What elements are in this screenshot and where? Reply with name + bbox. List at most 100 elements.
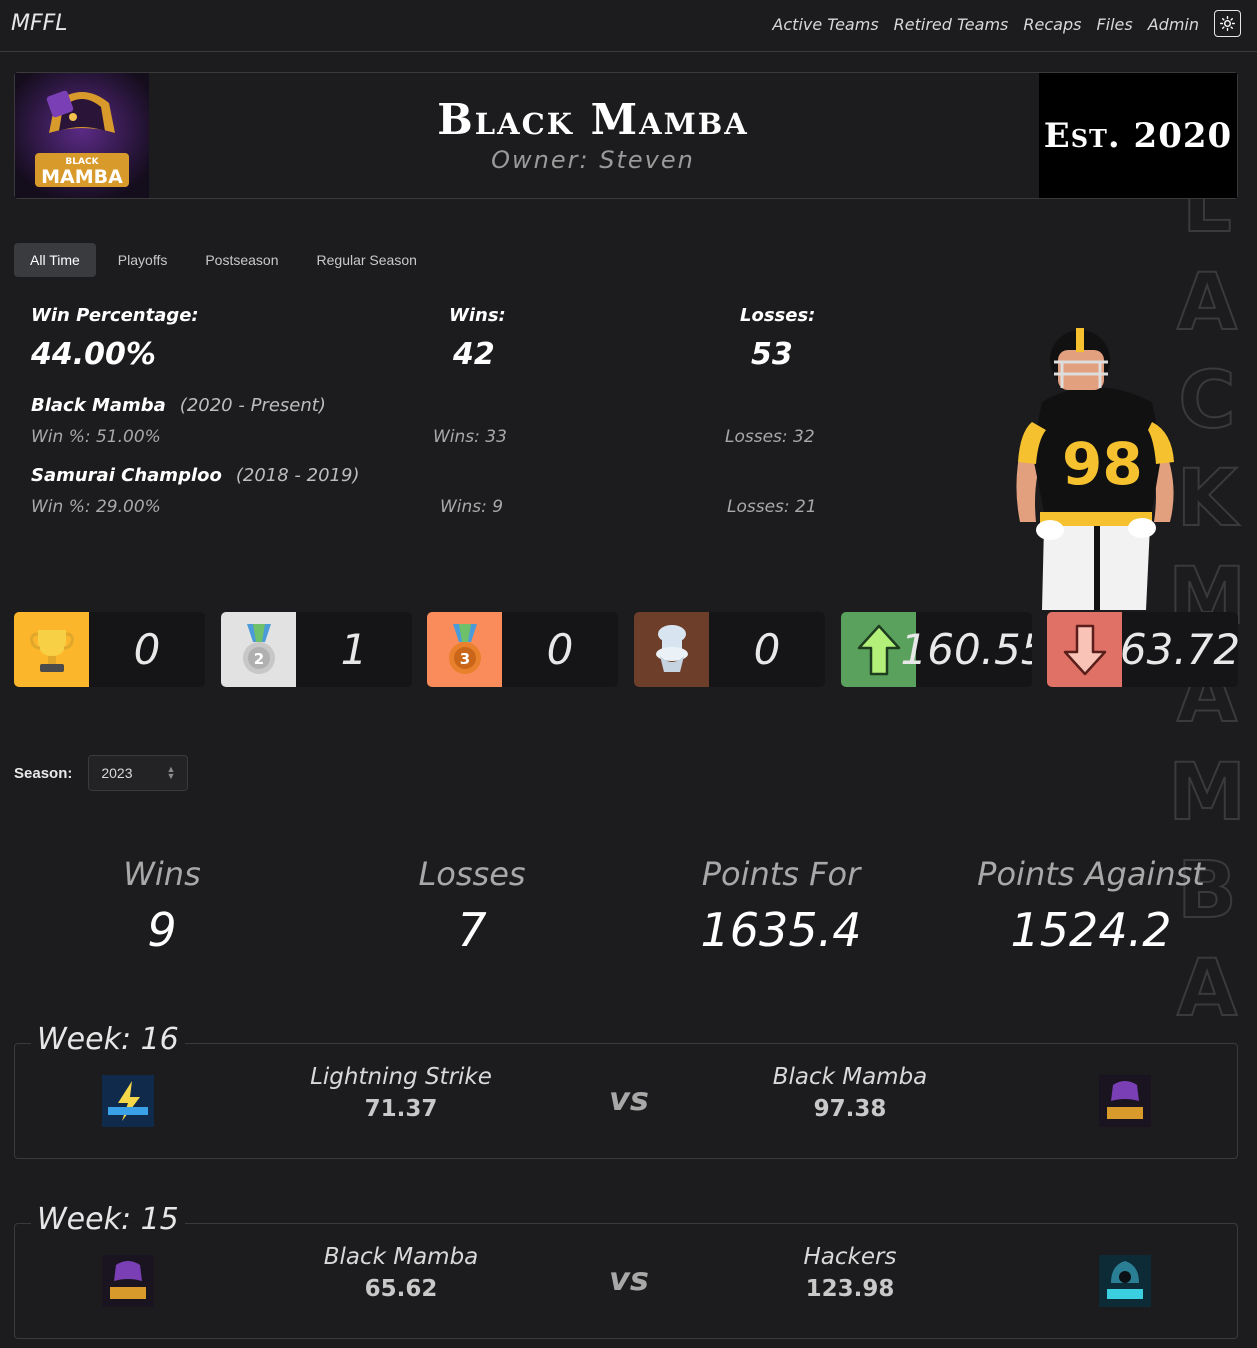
svg-text:98: 98 xyxy=(1062,430,1143,498)
team-owner: Owner: Steven xyxy=(491,146,695,174)
established-year: Est. 2020 xyxy=(1039,73,1237,198)
history-losses: Losses: 32 xyxy=(725,427,815,447)
team-header: Black Mamba Owner: Steven xyxy=(149,73,1037,198)
history-team-name-text: Black Mamba xyxy=(31,395,166,416)
home-team-name: Lightning Strike xyxy=(310,1064,492,1090)
svg-text:MAMBA: MAMBA xyxy=(41,166,123,188)
last-place-award: 0 xyxy=(634,612,825,687)
season-label: Season: xyxy=(14,764,73,782)
history-wins: Wins: 33 xyxy=(433,427,507,447)
black-mamba-logo xyxy=(102,1255,154,1307)
season-points-against: Points Against 1524.2 xyxy=(961,855,1221,957)
season-wins-value: 9 xyxy=(147,903,177,957)
history-team-years: (2018 - 2019) xyxy=(235,465,360,486)
nav-admin[interactable]: Admin xyxy=(1148,15,1199,34)
third-place-count: 0 xyxy=(546,625,574,674)
wins-value: 42 xyxy=(453,337,495,372)
week-label: Week: 16 xyxy=(31,1022,185,1057)
nav-recaps[interactable]: Recaps xyxy=(1023,15,1081,34)
awards-row: 0 2 1 3 0 0 160.5 63.72 xyxy=(14,612,1238,687)
lightning-strike-logo xyxy=(102,1075,154,1127)
history-team-name: Samurai Champloo (2018 - 2019) xyxy=(31,465,359,486)
bronze-medal-icon: 3 xyxy=(427,612,502,687)
lowest-score-award: 63.72 xyxy=(1047,612,1238,687)
stats-tabs: All Time Playoffs Postseason Regular Sea… xyxy=(14,243,439,277)
team-name: Black Mamba xyxy=(437,95,749,144)
brand-link[interactable]: MFFL xyxy=(11,11,68,36)
svg-text:3: 3 xyxy=(459,650,469,668)
home-team: Black Mamba 65.62 xyxy=(271,1244,531,1302)
away-team-score: 123.98 xyxy=(805,1276,895,1302)
home-team-name: Black Mamba xyxy=(323,1244,479,1270)
toilet-icon xyxy=(634,612,709,687)
season-points-for-value: 1635.4 xyxy=(700,903,862,957)
tab-regular-season[interactable]: Regular Season xyxy=(301,243,433,277)
history-losses: Losses: 21 xyxy=(727,497,817,517)
season-wins-label: Wins xyxy=(123,855,201,893)
season-wins: Wins 9 xyxy=(32,855,292,957)
history-win-pct: Win %: 29.00% xyxy=(31,497,161,517)
win-percentage-label: Win Percentage: xyxy=(31,305,199,326)
season-points-for-label: Points For xyxy=(701,855,861,893)
svg-text:2: 2 xyxy=(253,650,263,668)
football-player-illustration: 98 xyxy=(1002,322,1192,610)
tab-all-time[interactable]: All Time xyxy=(14,243,96,277)
history-wins: Wins: 9 xyxy=(440,497,504,517)
sun-icon xyxy=(1220,16,1235,31)
losses-label: Losses: xyxy=(740,305,816,326)
history-team-name-text: Samurai Champloo xyxy=(31,465,222,486)
week-label: Week: 15 xyxy=(31,1202,185,1237)
last-place-count: 0 xyxy=(753,625,781,674)
season-points-against-label: Points Against xyxy=(977,855,1205,893)
lowest-score-value: 63.72 xyxy=(1119,625,1238,674)
hackers-logo xyxy=(1099,1255,1151,1307)
season-select-value: 2023 xyxy=(101,765,133,781)
versus-label: vs xyxy=(609,1080,649,1118)
season-losses-label: Losses xyxy=(418,855,526,893)
nav-files[interactable]: Files xyxy=(1096,15,1132,34)
highest-score-value: 160.55 xyxy=(900,625,1032,674)
theme-toggle-button[interactable] xyxy=(1214,10,1241,37)
away-team: Hackers 123.98 xyxy=(720,1244,980,1302)
runner-up-award: 2 1 xyxy=(221,612,412,687)
season-losses-value: 7 xyxy=(457,903,487,957)
home-team: Lightning Strike 71.37 xyxy=(271,1064,531,1122)
championships-award: 0 xyxy=(14,612,205,687)
chevron-up-down-icon: ▲ ▼ xyxy=(166,764,176,781)
nav-retired-teams[interactable]: Retired Teams xyxy=(894,15,1009,34)
wins-label: Wins: xyxy=(449,305,506,326)
arrow-down-icon xyxy=(1047,612,1122,687)
nav-active-teams[interactable]: Active Teams xyxy=(772,15,878,34)
season-points-for: Points For 1635.4 xyxy=(651,855,911,957)
tab-postseason[interactable]: Postseason xyxy=(189,243,294,277)
season-selector: Season: 2023 ▲ ▼ xyxy=(14,755,189,791)
versus-label: vs xyxy=(609,1260,649,1298)
matchup-card[interactable]: Week: 16 Lightning Strike 71.37 vs Black… xyxy=(14,1022,1238,1159)
away-team-name: Black Mamba xyxy=(772,1064,928,1090)
matchup-card[interactable]: Week: 15 Black Mamba 65.62 vs Hackers 12… xyxy=(14,1202,1238,1339)
season-stats: Wins 9 Losses 7 Points For 1635.4 Points… xyxy=(0,855,1257,985)
losses-value: 53 xyxy=(751,337,793,372)
tab-playoffs[interactable]: Playoffs xyxy=(102,243,184,277)
black-mamba-logo: BLACK MAMBA xyxy=(15,73,149,198)
nav-links: Active Teams Retired Teams Recaps Files … xyxy=(772,15,1199,34)
third-place-award: 3 0 xyxy=(427,612,618,687)
away-team-score: 97.38 xyxy=(813,1096,887,1122)
navbar: MFFL Active Teams Retired Teams Recaps F… xyxy=(0,0,1257,52)
black-mamba-logo xyxy=(1099,1075,1151,1127)
highest-score-award: 160.55 xyxy=(841,612,1032,687)
history-win-pct: Win %: 51.00% xyxy=(31,427,161,447)
season-points-against-value: 1524.2 xyxy=(1010,903,1172,957)
season-losses: Losses 7 xyxy=(342,855,602,957)
season-select[interactable]: 2023 ▲ ▼ xyxy=(88,755,189,791)
runner-up-count: 1 xyxy=(340,625,368,674)
history-team-years: (2020 - Present) xyxy=(179,395,326,416)
home-team-score: 71.37 xyxy=(364,1096,438,1122)
trophy-icon xyxy=(14,612,89,687)
history-team-name: Black Mamba (2020 - Present) xyxy=(31,395,326,416)
win-percentage-value: 44.00% xyxy=(31,337,156,372)
away-team-name: Hackers xyxy=(803,1244,897,1270)
away-team: Black Mamba 97.38 xyxy=(720,1064,980,1122)
silver-medal-icon: 2 xyxy=(221,612,296,687)
team-banner: BLACK MAMBA Black Mamba Owner: Steven Es… xyxy=(14,72,1238,199)
